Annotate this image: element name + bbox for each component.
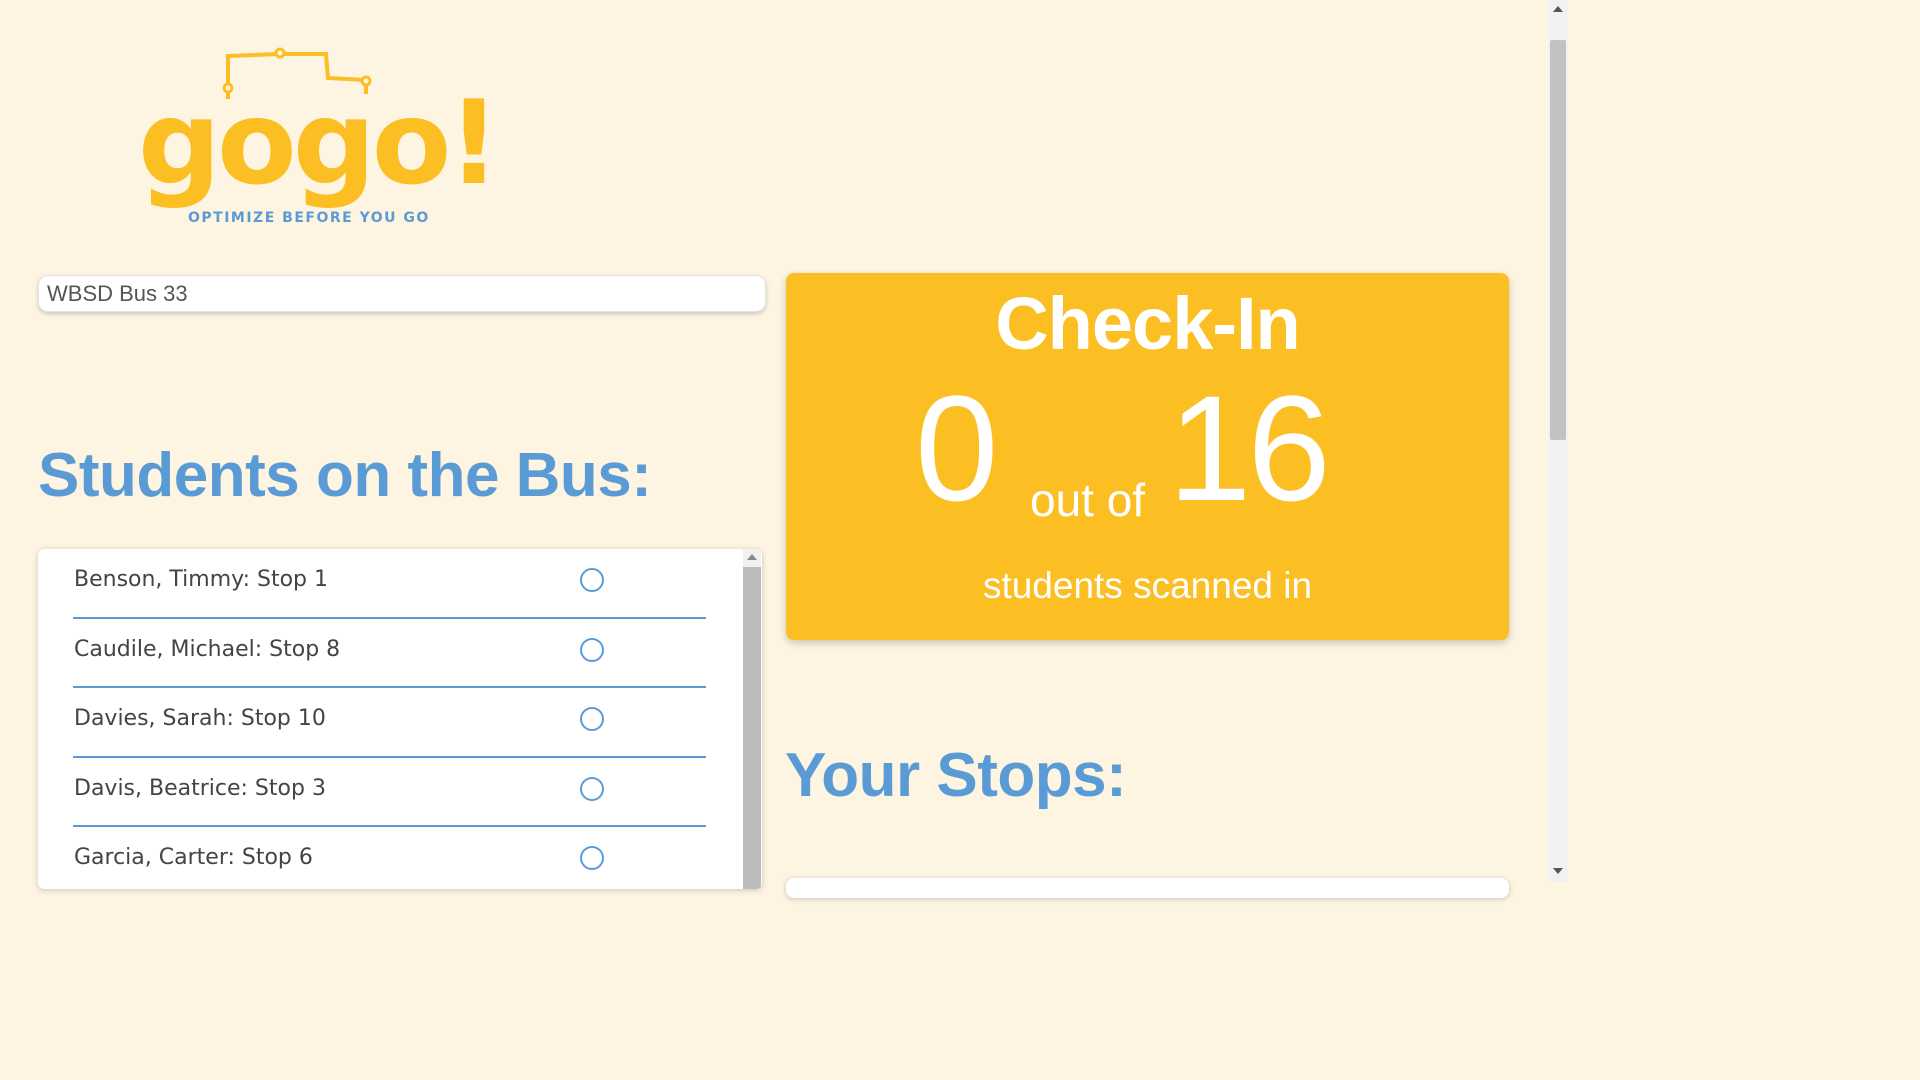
scrollbar-thumb[interactable] bbox=[1550, 40, 1566, 440]
checkin-radio[interactable] bbox=[580, 637, 604, 662]
list-item: Davis, Beatrice: Stop 3 bbox=[73, 758, 706, 827]
students-heading: Students on the Bus: bbox=[38, 441, 652, 510]
checkin-radio[interactable] bbox=[580, 707, 604, 731]
students-list-scrollbar[interactable] bbox=[743, 549, 761, 889]
bus-name-field[interactable] bbox=[38, 275, 766, 312]
list-item: Benson, Timmy: Stop 1 bbox=[73, 549, 706, 619]
list-item: Caudile, Michael: Stop 8 bbox=[73, 619, 706, 688]
page-scrollbar[interactable] bbox=[1548, 0, 1568, 882]
checkin-title: Check-In bbox=[995, 282, 1301, 365]
student-label: Davis, Beatrice: Stop 3 bbox=[74, 775, 326, 801]
stops-list[interactable] bbox=[786, 878, 1509, 898]
student-label: Garcia, Carter: Stop 6 bbox=[74, 845, 313, 870]
student-label: Davies, Sarah: Stop 10 bbox=[74, 706, 326, 731]
list-item: Davies, Sarah: Stop 10 bbox=[73, 688, 706, 758]
checkin-radio[interactable] bbox=[580, 568, 604, 592]
scroll-up-arrow-icon[interactable] bbox=[747, 554, 757, 560]
students-list[interactable]: Benson, Timmy: Stop 1 Caudile, Michael: … bbox=[38, 549, 762, 889]
logo-tagline: OPTIMIZE BEFORE YOU GO bbox=[188, 210, 430, 226]
scroll-down-arrow-icon[interactable] bbox=[1553, 868, 1563, 874]
gogo-logo: gogo! OPTIMIZE BEFORE YOU GO bbox=[138, 44, 500, 234]
scroll-up-arrow-icon[interactable] bbox=[1553, 6, 1563, 12]
total-count: 16 bbox=[1168, 364, 1331, 532]
stops-heading: Your Stops: bbox=[785, 741, 1127, 810]
scrollbar-thumb[interactable] bbox=[743, 567, 761, 889]
checkin-card: Check-In 0 out of 16 students scanned in bbox=[786, 273, 1509, 640]
logo-wordmark: gogo! bbox=[138, 76, 500, 211]
scanned-count: 0 bbox=[915, 364, 999, 532]
list-item: Garcia, Carter: Stop 6 bbox=[73, 827, 706, 889]
checkin-radio[interactable] bbox=[580, 776, 604, 801]
out-of-label: out of bbox=[1030, 474, 1146, 526]
student-label: Caudile, Michael: Stop 8 bbox=[74, 636, 341, 662]
student-label: Benson, Timmy: Stop 1 bbox=[74, 567, 328, 592]
checkin-radio[interactable] bbox=[580, 846, 604, 870]
checkin-subtitle: students scanned in bbox=[982, 565, 1313, 606]
